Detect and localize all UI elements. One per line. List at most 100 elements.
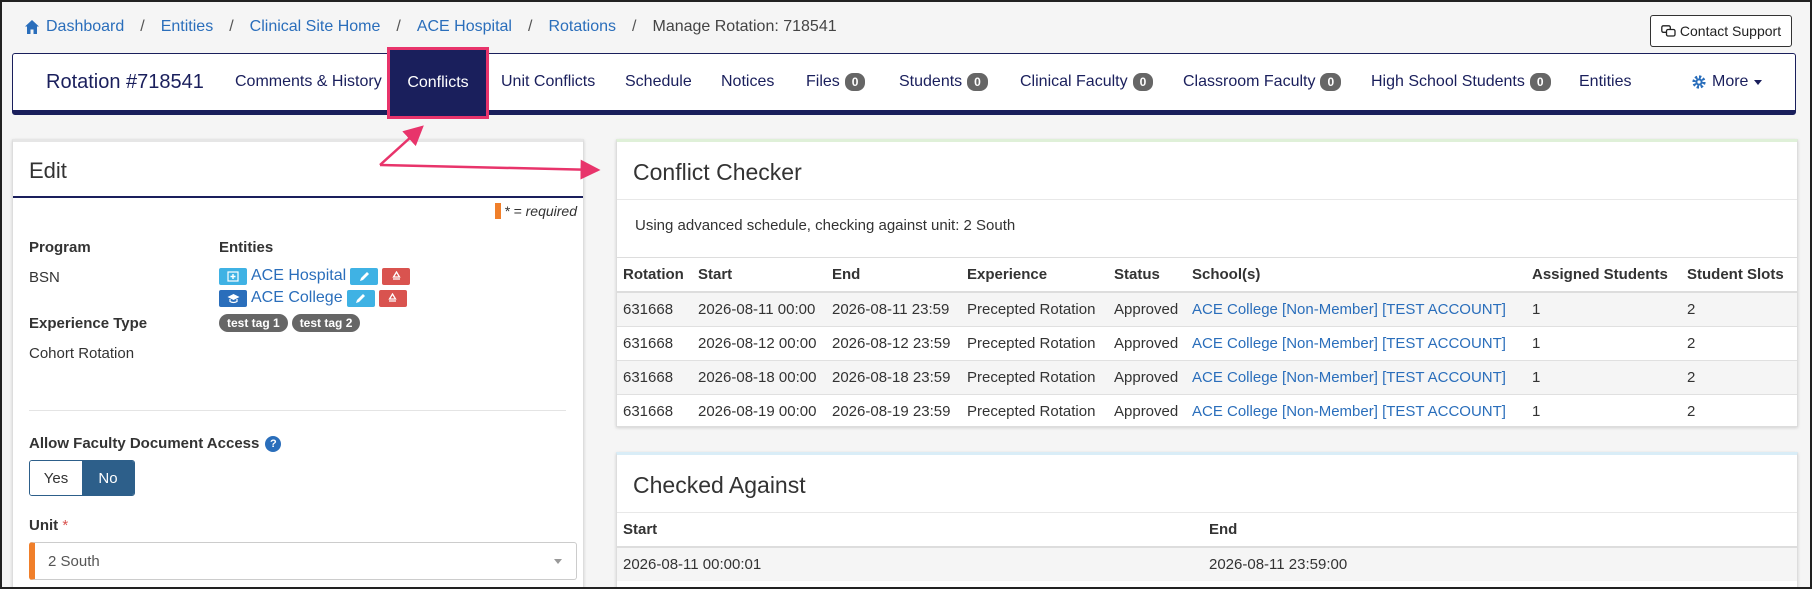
breadcrumb-ace-hospital[interactable]: ACE Hospital [417,18,512,36]
tab-notices[interactable]: Notices [721,73,774,91]
faculty-access-text: Allow Faculty Document Access [29,435,260,452]
breadcrumb-rotations[interactable]: Rotations [548,18,616,36]
assigned-cell: 1 [1526,291,1681,326]
contact-support-button[interactable]: Contact Support [1650,15,1792,47]
tab-label: High School Students [1371,73,1525,90]
tab-schedule[interactable]: Schedule [625,73,692,91]
column-header[interactable]: Assigned Students [1526,258,1681,293]
caret-down-icon [554,559,562,564]
required-text: * = required [504,203,577,219]
school-link[interactable]: ACE College [Non-Member] [TEST ACCOUNT] [1192,369,1506,386]
tab-label: Schedule [625,73,692,90]
tab-high-school-students[interactable]: High School Students 0 [1371,73,1551,91]
assigned-cell: 1 [1526,325,1681,360]
column-header[interactable]: School(s) [1186,258,1526,293]
more-menu[interactable]: More [1691,73,1763,91]
assigned-cell: 1 [1526,393,1681,428]
program-value: BSN [29,269,60,286]
conflict-checker-panel: Conflict Checker Using advanced schedule… [616,139,1798,428]
contact-support-label: Contact Support [1679,23,1782,39]
status-cell: Approved [1108,359,1186,394]
table-row: 631668 2026-08-18 00:00 2026-08-18 23:59… [617,359,1797,394]
experience-type-value: Cohort Rotation [29,345,135,362]
tab-classroom-faculty[interactable]: Classroom Faculty 0 [1183,73,1342,91]
conflicts-table: Rotation Start End Experience Status Sch… [617,258,1797,428]
school-cell: ACE College [Non-Member] [TEST ACCOUNT] [1186,291,1526,326]
tab-label: Notices [721,73,775,90]
breadcrumb-dashboard[interactable]: Dashboard [46,18,124,36]
end-cell: 2026-08-18 23:59 [826,359,961,394]
yes-option[interactable]: Yes [30,461,82,495]
count-badge: 0 [1132,73,1154,91]
unit-label-text: Unit [29,517,59,534]
table-row: 2026-08-11 00:00:01 2026-08-11 23:59:00 [617,546,1797,581]
end-cell: 2026-08-11 23:59:00 [1203,546,1797,581]
breadcrumb-entities[interactable]: Entities [161,18,213,36]
divider [29,410,566,411]
status-cell: Approved [1108,393,1186,428]
column-header[interactable]: Start [617,513,1203,548]
entities-label: Entities [219,239,274,256]
tab-students[interactable]: Students 0 [899,73,988,91]
tab-label: Files [806,73,840,90]
start-cell: 2026-08-11 00:00 [692,291,826,326]
table-row: 631668 2026-08-11 00:00 2026-08-11 23:59… [617,291,1797,326]
school-link[interactable]: ACE College [Non-Member] [TEST ACCOUNT] [1192,335,1506,352]
column-header[interactable]: Experience [961,258,1108,293]
entity-row: ACE College [219,289,407,307]
assigned-cell: 1 [1526,359,1681,394]
pencil-icon [359,271,369,281]
table-row: 631668 2026-08-12 00:00 2026-08-12 23:59… [617,325,1797,360]
breadcrumb: Dashboard / Entities / Clinical Site Hom… [24,16,837,38]
school-link[interactable]: ACE College [Non-Member] [TEST ACCOUNT] [1192,403,1506,420]
faculty-access-label: Allow Faculty Document Access ? [29,435,282,452]
end-cell: 2026-08-12 23:59 [826,325,961,360]
edit-entity-button[interactable] [350,267,379,285]
no-option[interactable]: No [82,461,134,495]
tab-entities[interactable]: Entities [1579,73,1631,91]
breadcrumb-separator: / [140,18,145,35]
required-note: * = required [495,203,577,219]
column-header[interactable]: Status [1108,258,1186,293]
unit-label: Unit * [29,517,68,534]
help-icon[interactable]: ? [265,435,282,452]
count-badge: 0 [1320,73,1342,91]
slots-cell: 2 [1681,291,1797,326]
home-icon [25,20,39,34]
tab-conflicts[interactable]: Conflicts [387,47,489,119]
more-label: More [1712,73,1749,90]
experience-cell: Precepted Rotation [961,291,1108,326]
rotation-cell: 631668 [617,325,692,360]
remove-entity-button[interactable] [378,289,407,307]
breadcrumb-clinical-site-home[interactable]: Clinical Site Home [250,18,381,36]
column-header[interactable]: End [826,258,961,293]
tag: test tag 2 [291,314,361,332]
tags: test tag 1 test tag 2 [219,314,364,332]
tab-comments-history[interactable]: Comments & History [235,73,382,91]
column-header[interactable]: End [1203,513,1797,548]
tab-clinical-faculty[interactable]: Clinical Faculty 0 [1020,73,1154,91]
tab-files[interactable]: Files 0 [806,73,866,91]
slots-cell: 2 [1681,359,1797,394]
required-marker [495,203,502,219]
edit-entity-button[interactable] [346,289,375,307]
school-link[interactable]: ACE College [Non-Member] [TEST ACCOUNT] [1192,301,1506,318]
chevron-down-icon [1754,79,1763,85]
experience-cell: Precepted Rotation [961,393,1108,428]
chat-icon [1661,24,1676,37]
entity-link[interactable]: ACE College [251,289,343,307]
count-badge: 0 [844,73,866,91]
column-header[interactable]: Rotation [617,258,692,293]
tab-label: Comments & History [235,73,382,90]
column-header[interactable]: Student Slots [1681,258,1797,293]
school-cell: ACE College [Non-Member] [TEST ACCOUNT] [1186,359,1526,394]
count-badge: 0 [1529,73,1551,91]
tab-label: Conflicts [407,74,469,91]
start-cell: 2026-08-19 00:00 [692,393,826,428]
tab-unit-conflicts[interactable]: Unit Conflicts [501,73,595,91]
unit-select[interactable]: 2 South [29,542,577,580]
edit-panel: Edit * = required Program BSN Entities A… [12,139,584,587]
remove-entity-button[interactable] [382,267,411,285]
entity-link[interactable]: ACE Hospital [251,267,346,285]
column-header[interactable]: Start [692,258,826,293]
